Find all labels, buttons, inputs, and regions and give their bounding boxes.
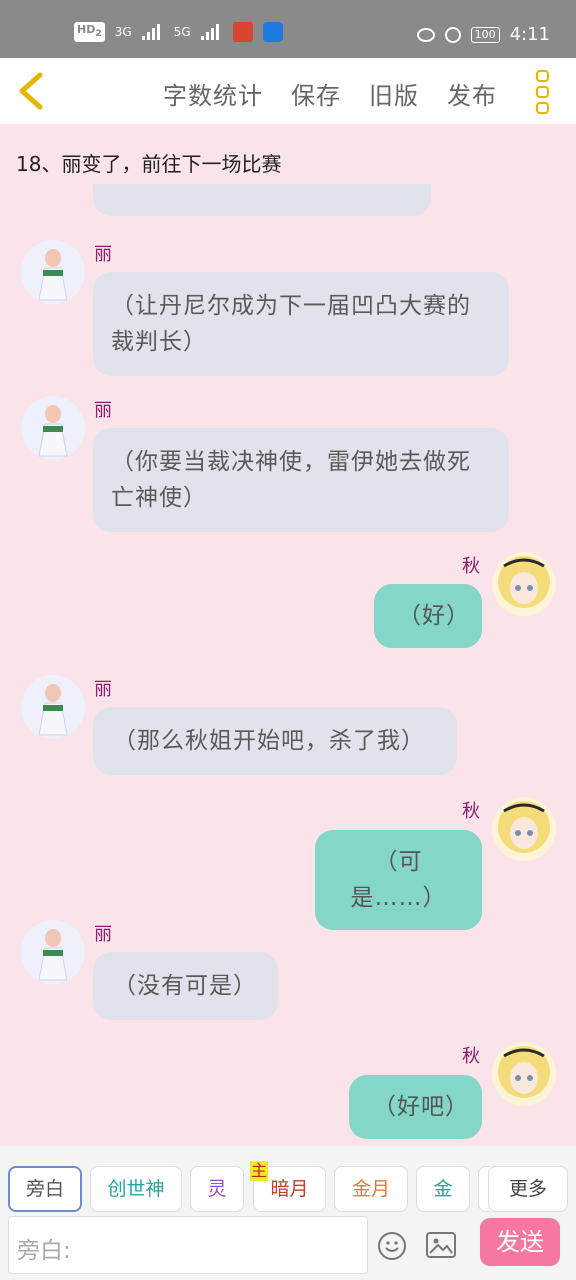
more-menu-icon[interactable] [536,70,554,114]
signal-1-label: 3G [114,25,132,40]
old-version-button[interactable]: 旧版 [369,76,419,111]
speaker-name: 丽 [94,400,112,421]
input-bar: 旁白: 发送 [0,1212,576,1280]
character-chip[interactable]: 灵 [190,1166,244,1212]
chat-area[interactable]: 丽 （让丹尼尔成为下一届凹凸大赛的裁判长） 丽 （你要当裁决神使，雷伊她去做死亡… [0,184,576,1146]
character-chip[interactable]: 金月 [334,1166,408,1212]
eye-icon [416,27,435,42]
send-button[interactable]: 发送 [480,1218,560,1266]
message-bubble[interactable]: （你要当裁决神使，雷伊她去做死亡神使） [93,428,509,532]
image-icon[interactable] [426,1232,456,1258]
toolbar-actions: 字数统计 保存 旧版 发布 [163,76,497,111]
chip-label: 创世神 [107,1178,165,1200]
chip-label: 金 [433,1178,453,1200]
back-arrow-icon[interactable] [16,71,46,111]
avatar-character-icon [498,1046,550,1098]
avatar[interactable] [21,920,85,984]
more-characters-button[interactable]: 更多 [488,1166,568,1212]
previous-message-bubble [93,184,431,216]
message-bubble[interactable]: （那么秋姐开始吧，杀了我） [93,707,457,775]
publish-button[interactable]: 发布 [447,76,497,111]
signal-2-label: 5G [173,25,191,40]
message-bubble[interactable]: （让丹尼尔成为下一届凹凸大赛的裁判长） [93,272,509,376]
message-bubble[interactable]: （好） [374,584,482,648]
save-button[interactable]: 保存 [291,76,341,111]
avatar[interactable] [492,552,556,616]
status-bar: HD2 3G 5G 100 4:11 [0,0,576,58]
avatar-character-icon [38,405,68,457]
avatar[interactable] [492,797,556,861]
alarm-icon [444,26,461,43]
avatar[interactable] [21,396,85,460]
chip-label: 暗月 [270,1178,309,1200]
app-notification-icon [232,22,253,43]
signal-2-icon [200,24,223,41]
message-bubble[interactable]: （可是……） [315,830,482,930]
message-bubble[interactable]: （好吧） [349,1075,482,1139]
character-chip-narrator[interactable]: 旁白 [8,1166,82,1212]
status-left: HD2 3G 5G [74,22,283,43]
character-chip[interactable]: 创世神 [90,1166,182,1212]
clock: 4:11 [509,24,550,45]
speaker-name: 丽 [94,924,112,945]
avatar-character-icon [38,929,68,981]
character-selector: 旁白 创世神 灵 主暗月 金月 金 更多 [0,1146,576,1212]
chip-label: 灵 [207,1178,227,1200]
hotspot-icon [262,22,283,43]
status-right: 100 4:11 [416,24,550,45]
speaker-name: 丽 [94,679,112,700]
word-count-button[interactable]: 字数统计 [163,76,263,111]
message-bubble[interactable]: （没有可是） [93,952,278,1020]
avatar-character-icon [498,801,550,853]
avatar-character-icon [38,249,68,301]
battery-icon: 100 [470,26,500,43]
avatar-character-icon [38,684,68,736]
main-tag: 主 [250,1161,269,1181]
chip-label: 旁白 [25,1178,64,1200]
speaker-name: 丽 [94,244,112,265]
input-placeholder: 旁白: [17,1238,71,1264]
avatar[interactable] [21,675,85,739]
top-toolbar: 字数统计 保存 旧版 发布 [0,58,576,124]
avatar[interactable] [492,1042,556,1106]
hd-indicator: HD2 [74,22,105,43]
character-chip-main[interactable]: 主暗月 [250,1161,326,1212]
character-chip[interactable]: 金 [416,1166,470,1212]
speaker-name: 秋 [462,801,480,822]
avatar-character-icon [498,556,550,608]
avatar[interactable] [21,240,85,304]
emoji-icon[interactable] [378,1232,406,1260]
message-input[interactable]: 旁白: [8,1216,368,1274]
speaker-name: 秋 [462,1046,480,1067]
speaker-name: 秋 [462,556,480,577]
chip-label: 金月 [351,1178,390,1200]
chapter-title: 18、丽变了，前往下一场比赛 [16,152,282,176]
signal-1-icon [141,24,164,41]
chip-label: 更多 [508,1178,547,1200]
